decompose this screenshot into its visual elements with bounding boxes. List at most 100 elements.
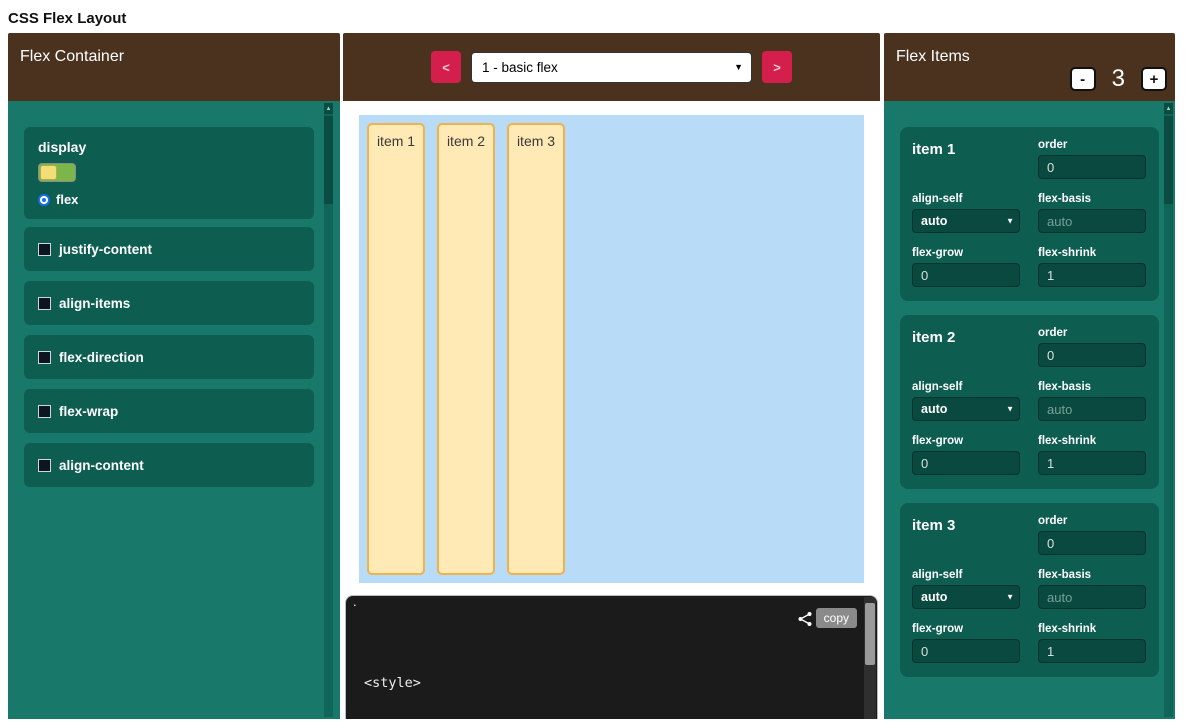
flex-basis-field: flex-basis <box>1038 193 1146 233</box>
flex-items-header: Flex Items - 3 + <box>884 33 1175 101</box>
flex-direction-checkbox[interactable] <box>38 351 51 364</box>
flex-basis-label: flex-basis <box>1038 381 1146 393</box>
align-self-label: align-self <box>912 569 1020 581</box>
flex-grow-input[interactable] <box>912 639 1020 663</box>
align-self-label: align-self <box>912 381 1020 393</box>
flex-basis-label: flex-basis <box>1038 193 1146 205</box>
order-field: order <box>1038 139 1146 179</box>
scroll-up-arrow-icon[interactable]: ▲ <box>324 103 333 114</box>
section-align-items[interactable]: align-items <box>24 281 314 325</box>
scroll-up-arrow-icon[interactable]: ▲ <box>1164 103 1173 114</box>
order-input[interactable] <box>1038 343 1146 367</box>
flex-grow-label: flex-grow <box>912 435 1020 447</box>
flex-container-header: Flex Container <box>8 33 340 101</box>
align-self-label: align-self <box>912 193 1020 205</box>
align-self-select[interactable]: auto <box>912 397 1020 421</box>
code-scrollbar-track[interactable] <box>864 597 876 719</box>
align-items-checkbox[interactable] <box>38 297 51 310</box>
flex-basis-field: flex-basis <box>1038 569 1146 609</box>
flex-grow-input[interactable] <box>912 263 1020 287</box>
align-self-select[interactable]: auto <box>912 585 1020 609</box>
flex-radio-row[interactable]: flex <box>38 192 300 207</box>
section-align-content[interactable]: align-content <box>24 443 314 487</box>
flex-items-title: Flex Items <box>896 48 970 66</box>
order-input[interactable] <box>1038 531 1146 555</box>
section-flex-wrap[interactable]: flex-wrap <box>24 389 314 433</box>
order-input[interactable] <box>1038 155 1146 179</box>
layout-select[interactable]: 1 - basic flex <box>471 52 752 83</box>
flex-shrink-field: flex-shrink <box>1038 623 1146 663</box>
code-scrollbar-thumb[interactable] <box>865 603 875 665</box>
order-label: order <box>1038 139 1146 151</box>
preview-body: item 1 item 2 item 3 . copy <style> <box>343 101 880 719</box>
right-scrollbar-track[interactable]: ▲ <box>1164 103 1173 717</box>
flex-shrink-label: flex-shrink <box>1038 247 1146 259</box>
flex-container-panel: Flex Container display flex justify-cont… <box>8 33 340 719</box>
item-card-title: item 1 <box>912 139 1020 158</box>
item-card-title: item 3 <box>912 515 1020 534</box>
flex-grow-input[interactable] <box>912 451 1020 475</box>
flex-container-title: Flex Container <box>20 48 124 66</box>
flex-grow-field: flex-grow <box>912 623 1020 663</box>
preview-header: < 1 - basic flex ▼ > <box>343 33 880 101</box>
flex-items-panel: Flex Items - 3 + item 1 order align-self <box>884 33 1175 719</box>
prev-layout-button[interactable]: < <box>431 51 461 83</box>
item-card-2: item 2 order align-self auto ▼ <box>900 315 1159 489</box>
flex-container-preview: item 1 item 2 item 3 <box>359 115 864 583</box>
order-field: order <box>1038 327 1146 367</box>
flex-radio[interactable] <box>38 194 50 206</box>
item-card-title: item 2 <box>912 327 1020 346</box>
layout-select-wrap: 1 - basic flex ▼ <box>471 52 752 83</box>
display-label: display <box>38 139 300 155</box>
preview-panel: < 1 - basic flex ▼ > item 1 item 2 item … <box>343 33 880 719</box>
remove-item-button[interactable]: - <box>1070 67 1096 91</box>
order-field: order <box>1038 515 1146 555</box>
align-self-select[interactable]: auto <box>912 209 1020 233</box>
code-dot: . <box>353 595 357 609</box>
flex-basis-input[interactable] <box>1038 209 1146 233</box>
toggle-knob <box>40 165 57 180</box>
flex-wrap-checkbox[interactable] <box>38 405 51 418</box>
code-line: <style> <box>364 674 518 693</box>
align-items-label: align-items <box>59 296 130 311</box>
flex-basis-label: flex-basis <box>1038 569 1146 581</box>
share-icon[interactable] <box>797 611 813 632</box>
display-section: display flex <box>24 127 314 219</box>
order-label: order <box>1038 515 1146 527</box>
right-scrollbar-thumb[interactable] <box>1164 116 1173 204</box>
justify-content-checkbox[interactable] <box>38 243 51 256</box>
flex-wrap-label: flex-wrap <box>59 404 118 419</box>
flex-shrink-input[interactable] <box>1038 263 1146 287</box>
left-scrollbar-thumb[interactable] <box>324 116 333 204</box>
section-justify-content[interactable]: justify-content <box>24 227 314 271</box>
align-self-field: align-self auto ▼ <box>912 569 1020 609</box>
flex-container-body: display flex justify-content align-items <box>8 101 340 719</box>
next-layout-button[interactable]: > <box>762 51 792 83</box>
add-item-button[interactable]: + <box>1141 67 1167 91</box>
align-content-label: align-content <box>59 458 144 473</box>
preview-flex-item: item 2 <box>437 123 495 575</box>
flex-shrink-input[interactable] <box>1038 639 1146 663</box>
flex-basis-input[interactable] <box>1038 397 1146 421</box>
item-card-3: item 3 order align-self auto ▼ <box>900 503 1159 677</box>
item-card-1: item 1 order align-self auto ▼ <box>900 127 1159 301</box>
flex-shrink-field: flex-shrink <box>1038 247 1146 287</box>
left-scrollbar-track[interactable]: ▲ <box>324 103 333 717</box>
flex-grow-label: flex-grow <box>912 247 1020 259</box>
display-toggle[interactable] <box>38 163 76 182</box>
copy-button[interactable]: copy <box>816 608 857 628</box>
align-content-checkbox[interactable] <box>38 459 51 472</box>
flex-shrink-input[interactable] <box>1038 451 1146 475</box>
item-count-controls: - 3 + <box>1070 65 1167 93</box>
flex-direction-label: flex-direction <box>59 350 144 365</box>
flex-items-body: item 1 order align-self auto ▼ <box>884 101 1175 719</box>
flex-shrink-field: flex-shrink <box>1038 435 1146 475</box>
code-block: <style> .flex-container { display: flex; <box>364 636 518 719</box>
flex-basis-input[interactable] <box>1038 585 1146 609</box>
main-layout: Flex Container display flex justify-cont… <box>8 33 1199 719</box>
section-flex-direction[interactable]: flex-direction <box>24 335 314 379</box>
flex-shrink-label: flex-shrink <box>1038 623 1146 635</box>
flex-grow-label: flex-grow <box>912 623 1020 635</box>
flex-shrink-label: flex-shrink <box>1038 435 1146 447</box>
code-panel: . copy <style> .flex-container { display… <box>345 595 878 719</box>
